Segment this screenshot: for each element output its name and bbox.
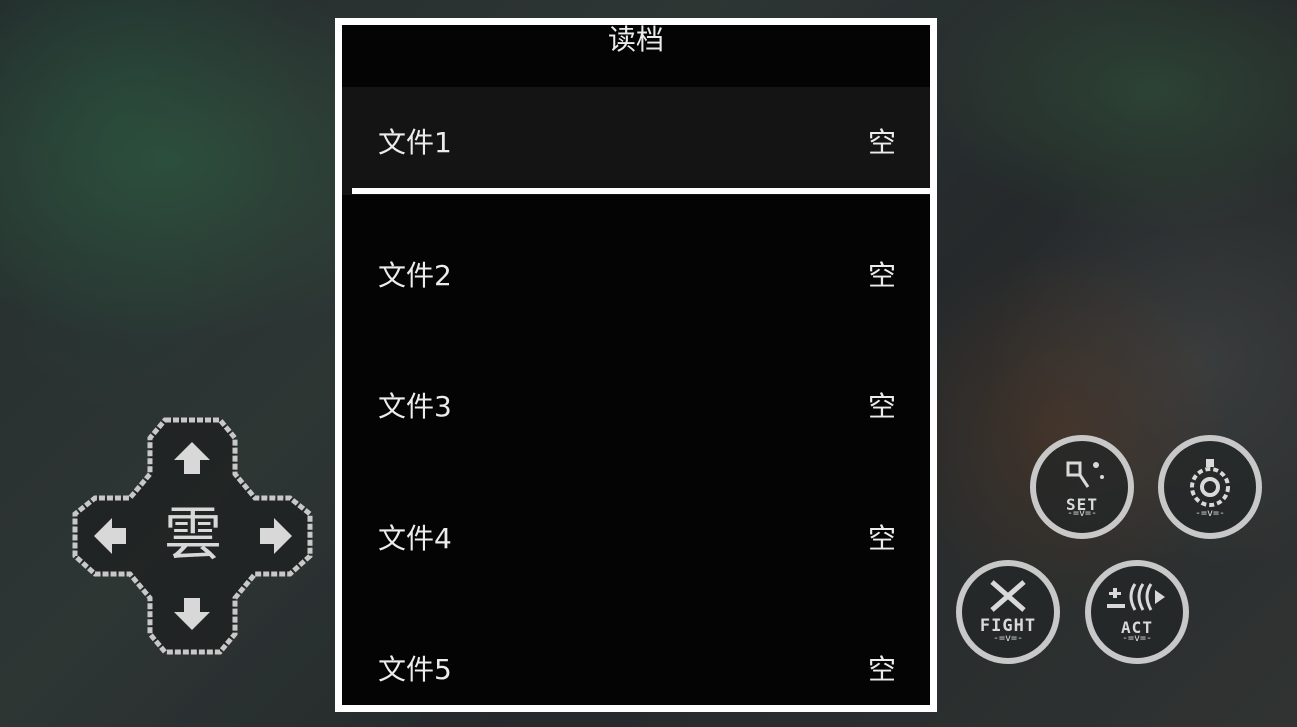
load-dialog: 读档 文件1 空 文件2 空 文件3 空 文件4 空 文件5 空 [335, 18, 937, 712]
act-button[interactable]: ACT -=v=- [1085, 560, 1189, 664]
slot-name: 文件1 [378, 126, 452, 159]
menu-button[interactable]: -=v=- [1158, 435, 1262, 539]
save-slot-4[interactable]: 文件4 空 [342, 483, 930, 591]
slot-name: 文件5 [378, 653, 452, 686]
slot-status: 空 [867, 653, 896, 686]
slot-status: 空 [867, 126, 896, 159]
slot-status: 空 [867, 259, 896, 292]
dialog-title: 读档 [607, 25, 664, 56]
slot-name: 文件2 [378, 259, 452, 292]
slot-status: 空 [867, 522, 896, 555]
crossed-swords-icon [990, 580, 1026, 612]
button-decoration: -=v=- [1066, 508, 1098, 519]
dpad-control[interactable]: 雲 [70, 416, 315, 656]
selection-underline [352, 188, 930, 194]
button-decoration: -=v=- [1194, 508, 1226, 519]
map-pin-icon [1066, 461, 1104, 488]
save-slot-5[interactable]: 文件5 空 [342, 614, 930, 722]
save-slot-2[interactable]: 文件2 空 [342, 220, 930, 328]
slot-status: 空 [867, 390, 896, 423]
set-button[interactable]: SET -=v=- [1030, 435, 1134, 539]
save-slot-1[interactable]: 文件1 空 [342, 87, 930, 195]
dpad-center-label: 雲 [163, 500, 222, 568]
button-decoration: -=v=- [1121, 633, 1153, 644]
save-slot-3[interactable]: 文件3 空 [342, 351, 930, 459]
slot-name: 文件3 [378, 390, 452, 423]
button-decoration: -=v=- [992, 633, 1024, 644]
slot-name: 文件4 [378, 522, 452, 555]
fight-button[interactable]: FIGHT -=v=- [956, 560, 1060, 664]
talk-icon [1107, 583, 1165, 611]
